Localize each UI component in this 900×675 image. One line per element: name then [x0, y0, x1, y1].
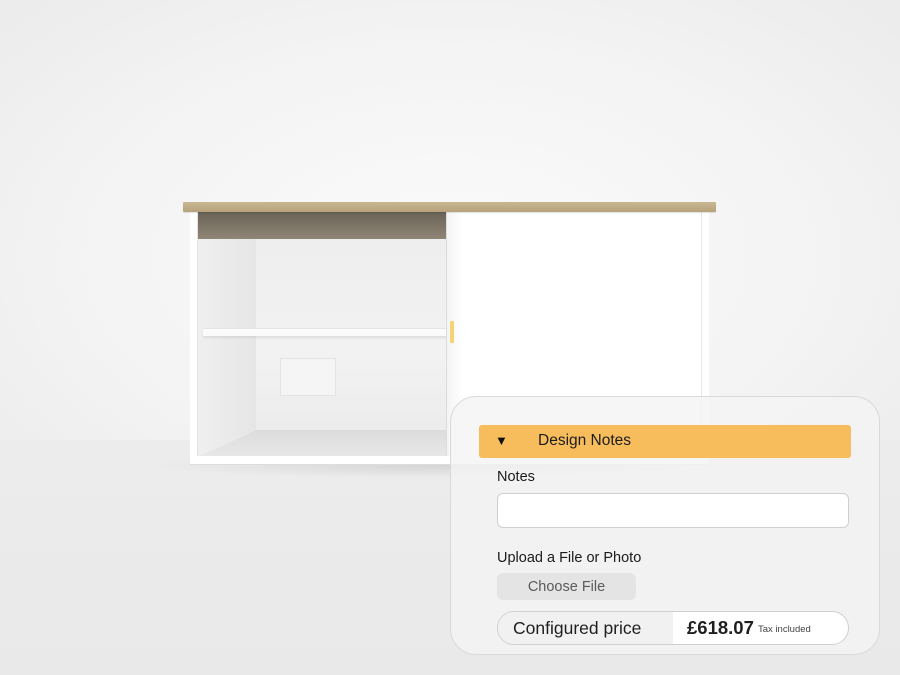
cabinet-left-side: [190, 212, 198, 462]
notes-label: Notes: [497, 469, 535, 485]
design-notes-header[interactable]: ▼ Design Notes: [479, 425, 851, 458]
door-handle: [450, 321, 454, 343]
price-label-cell: Configured price: [498, 612, 673, 644]
price-value: £618.07: [687, 617, 754, 638]
design-notes-title: Design Notes: [538, 432, 632, 449]
choose-file-button[interactable]: Choose File: [497, 573, 636, 600]
cabinet-shelf: [203, 329, 455, 336]
cabinet-underside-top: [195, 212, 457, 239]
cable-cutout: [280, 358, 336, 396]
cabinet-oak-top: [183, 202, 716, 212]
price-bar: Configured price £618.07 Tax included: [497, 611, 849, 645]
upload-label: Upload a File or Photo: [497, 550, 642, 566]
tax-note: Tax included: [758, 624, 811, 635]
notes-input[interactable]: [497, 493, 849, 528]
collapse-triangle-icon: ▼: [495, 433, 508, 448]
configured-price-label: Configured price: [513, 618, 642, 638]
